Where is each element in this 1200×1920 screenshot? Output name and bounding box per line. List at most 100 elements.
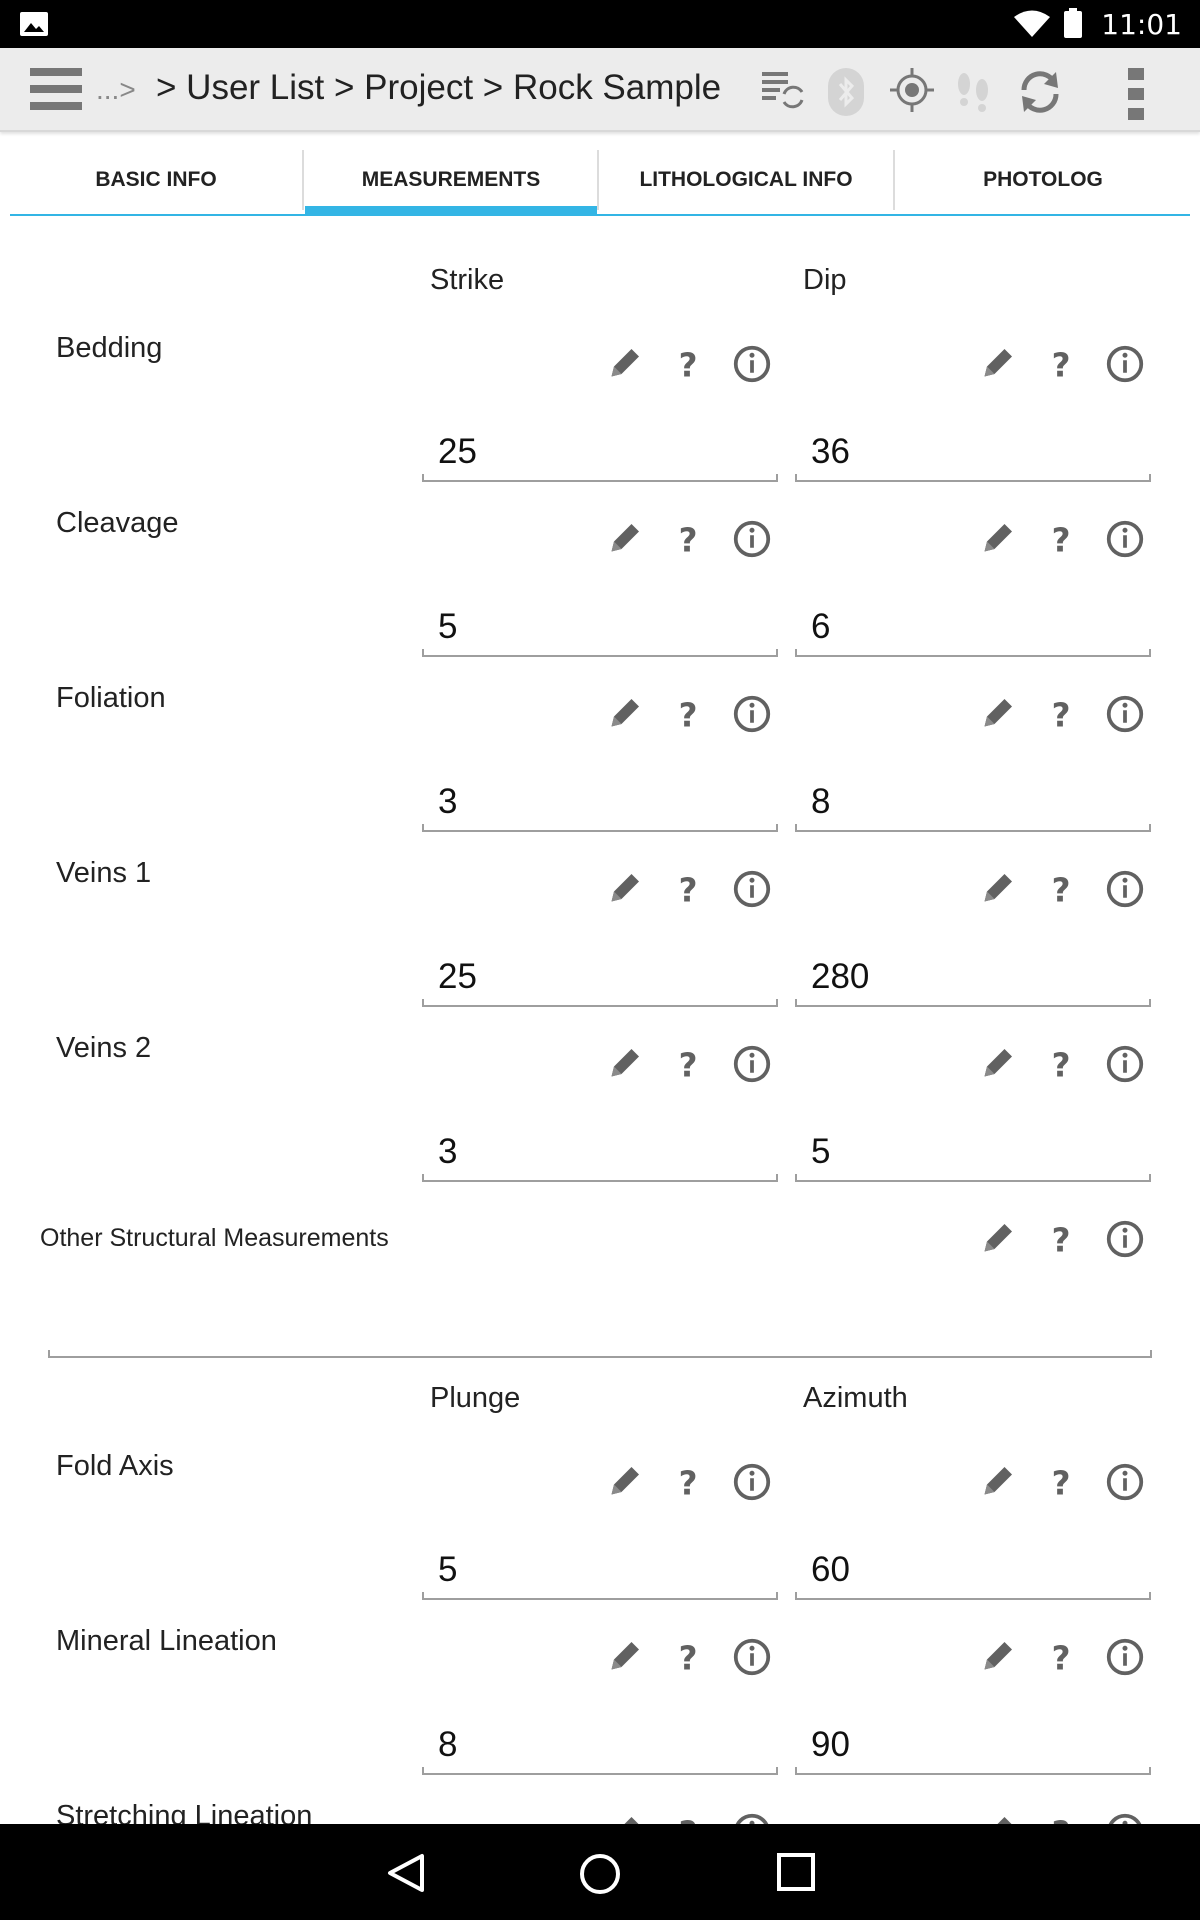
wifi-icon	[1014, 10, 1050, 37]
status-bar: 11:01	[0, 0, 1200, 48]
question-icon[interactable]	[668, 869, 708, 909]
veins-2-dip-field[interactable]: 5	[795, 1130, 1151, 1182]
info-icon[interactable]	[732, 1044, 772, 1084]
info-icon[interactable]	[1105, 1637, 1145, 1677]
gps-location-icon[interactable]	[890, 68, 934, 112]
strike-tools	[604, 519, 788, 559]
info-icon[interactable]	[732, 1462, 772, 1502]
cleavage-strike-field[interactable]: 5	[422, 605, 778, 657]
question-icon[interactable]	[668, 1637, 708, 1677]
foliation-label: Foliation	[56, 682, 166, 714]
bluetooth-icon[interactable]	[826, 68, 866, 116]
pencil-icon[interactable]	[977, 694, 1017, 734]
dip-tools	[977, 694, 1161, 734]
plunge-tools	[604, 1812, 788, 1824]
info-icon[interactable]	[1105, 344, 1145, 384]
foliation-dip-field[interactable]: 8	[795, 780, 1151, 832]
tab-lithological-info[interactable]: LITHOLOGICAL INFO	[600, 146, 892, 214]
question-icon[interactable]	[1041, 1219, 1081, 1259]
pencil-icon[interactable]	[604, 1044, 644, 1084]
veins-1-label: Veins 1	[56, 857, 152, 889]
back-icon[interactable]	[384, 1852, 426, 1894]
fold-axis-azimuth-field[interactable]: 60	[795, 1548, 1151, 1600]
tab-basic-info[interactable]: BASIC INFO	[10, 146, 302, 214]
info-icon[interactable]	[732, 519, 772, 559]
question-icon[interactable]	[1041, 869, 1081, 909]
pencil-icon[interactable]	[977, 869, 1017, 909]
question-icon[interactable]	[1041, 1044, 1081, 1084]
info-icon[interactable]	[1105, 869, 1145, 909]
fold-axis-label: Fold Axis	[56, 1450, 174, 1482]
info-icon[interactable]	[1105, 694, 1145, 734]
fold-axis-plunge-field[interactable]: 5	[422, 1548, 778, 1600]
foliation-strike-field[interactable]: 3	[422, 780, 778, 832]
overflow-menu-icon[interactable]	[1128, 68, 1144, 120]
recents-icon[interactable]	[776, 1852, 816, 1892]
pencil-icon[interactable]	[604, 694, 644, 734]
question-icon[interactable]	[1041, 1462, 1081, 1502]
bedding-label: Bedding	[56, 332, 163, 364]
sync-list-icon[interactable]	[760, 68, 806, 110]
pencil-icon[interactable]	[604, 1812, 644, 1824]
question-icon[interactable]	[1041, 1637, 1081, 1677]
pencil-icon[interactable]	[604, 1462, 644, 1502]
mineral-lineation-plunge-field[interactable]: 8	[422, 1723, 778, 1775]
measurements-form: Strike Dip Bedding 25 36 Cleavage 5 6 Fo…	[10, 216, 1190, 1824]
home-icon[interactable]	[578, 1852, 622, 1896]
pencil-icon[interactable]	[977, 1219, 1017, 1259]
info-icon[interactable]	[1105, 1219, 1145, 1259]
bedding-strike-field[interactable]: 25	[422, 430, 778, 482]
question-icon[interactable]	[668, 1044, 708, 1084]
info-icon[interactable]	[732, 1812, 772, 1824]
info-icon[interactable]	[732, 694, 772, 734]
question-icon[interactable]	[1041, 344, 1081, 384]
tab-bar: BASIC INFO MEASUREMENTS LITHOLOGICAL INF…	[10, 146, 1190, 216]
pencil-icon[interactable]	[604, 869, 644, 909]
menu-icon[interactable]	[30, 68, 82, 110]
info-icon[interactable]	[732, 344, 772, 384]
pencil-icon[interactable]	[977, 1812, 1017, 1824]
pencil-icon[interactable]	[977, 519, 1017, 559]
clock: 11:01	[1101, 8, 1182, 41]
breadcrumb[interactable]: > User List > Project > Rock Sample	[156, 68, 721, 108]
cleavage-dip-field[interactable]: 6	[795, 605, 1151, 657]
other-tools	[977, 1219, 1161, 1259]
pencil-icon[interactable]	[604, 1637, 644, 1677]
bedding-dip-field[interactable]: 36	[795, 430, 1151, 482]
question-icon[interactable]	[1041, 694, 1081, 734]
pencil-icon[interactable]	[977, 344, 1017, 384]
refresh-icon[interactable]	[1016, 68, 1064, 116]
veins-1-strike-field[interactable]: 25	[422, 955, 778, 1007]
breadcrumb-overflow[interactable]: ...>	[96, 74, 136, 106]
pencil-icon[interactable]	[604, 344, 644, 384]
question-icon[interactable]	[668, 1812, 708, 1824]
question-icon[interactable]	[668, 694, 708, 734]
pencil-icon[interactable]	[604, 519, 644, 559]
pencil-icon[interactable]	[977, 1044, 1017, 1084]
question-icon[interactable]	[1041, 519, 1081, 559]
other-structural-field[interactable]	[48, 1306, 1152, 1358]
tab-photolog[interactable]: PHOTOLOG	[896, 146, 1190, 214]
info-icon[interactable]	[732, 1637, 772, 1677]
question-icon[interactable]	[668, 344, 708, 384]
info-icon[interactable]	[732, 869, 772, 909]
azimuth-header: Azimuth	[803, 1382, 908, 1414]
question-icon[interactable]	[668, 1462, 708, 1502]
pencil-icon[interactable]	[977, 1462, 1017, 1502]
info-icon[interactable]	[1105, 1812, 1145, 1824]
dip-tools	[977, 519, 1161, 559]
battery-icon	[1064, 8, 1082, 38]
azimuth-tools	[977, 1462, 1161, 1502]
mineral-lineation-azimuth-field[interactable]: 90	[795, 1723, 1151, 1775]
info-icon[interactable]	[1105, 1462, 1145, 1502]
pencil-icon[interactable]	[977, 1637, 1017, 1677]
footprints-icon[interactable]	[952, 68, 996, 116]
question-icon[interactable]	[1041, 1812, 1081, 1824]
info-icon[interactable]	[1105, 519, 1145, 559]
question-icon[interactable]	[668, 519, 708, 559]
info-icon[interactable]	[1105, 1044, 1145, 1084]
veins-1-dip-field[interactable]: 280	[795, 955, 1151, 1007]
veins-2-strike-field[interactable]: 3	[422, 1130, 778, 1182]
dip-header: Dip	[803, 264, 847, 296]
tab-measurements[interactable]: MEASUREMENTS	[305, 146, 597, 214]
